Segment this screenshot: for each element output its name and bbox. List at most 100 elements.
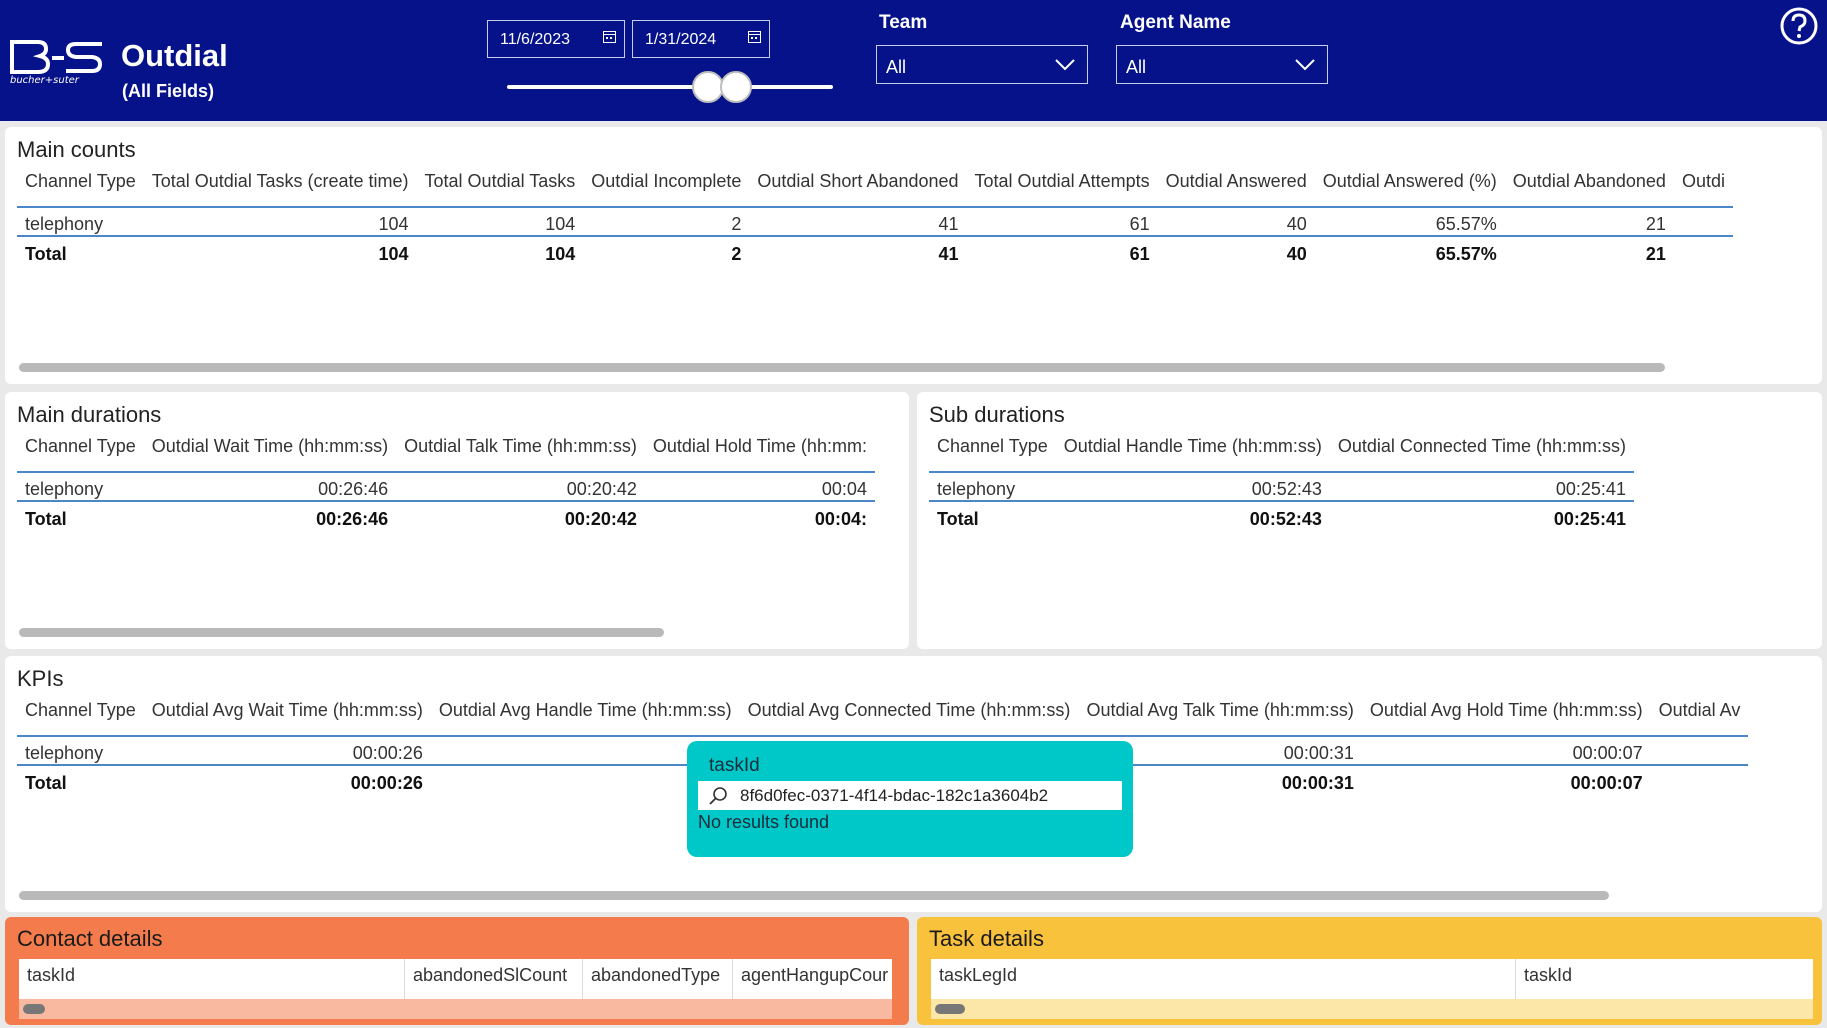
no-results-message: No results found bbox=[698, 812, 830, 832]
team-dropdown[interactable]: All bbox=[876, 45, 1088, 84]
column-header[interactable]: Outdial Incomplete bbox=[583, 157, 750, 208]
column-header[interactable]: agentHangupCour bbox=[733, 959, 892, 999]
task-details-table: taskLegId taskId bbox=[931, 959, 1813, 999]
agent-filter-label: Agent Name bbox=[1120, 12, 1231, 33]
table-cell: 2 bbox=[731, 244, 742, 264]
column-header[interactable]: Channel Type bbox=[17, 157, 144, 208]
team-dropdown-value: All bbox=[886, 57, 907, 77]
horizontal-scrollbar[interactable] bbox=[19, 891, 1609, 900]
contact-details-title: Contact details bbox=[17, 926, 163, 951]
end-date-input[interactable]: 1/31/2024 bbox=[632, 20, 770, 58]
date-range-slider-track[interactable] bbox=[507, 85, 833, 89]
search-input-value: 8f6d0fec-0371-4f14-bdac-182c1a3604b2 bbox=[740, 786, 1049, 805]
table-cell: telephony bbox=[17, 207, 144, 237]
table-cell: 2 bbox=[583, 207, 750, 237]
help-question-icon[interactable] bbox=[1779, 6, 1819, 46]
start-date-input[interactable]: 11/6/2023 bbox=[487, 20, 625, 58]
column-header[interactable]: abandonedSlCount bbox=[405, 959, 583, 999]
table-cell bbox=[1673, 207, 1733, 237]
main-counts-panel: Main counts Channel Type Total Outdial T… bbox=[5, 127, 1822, 384]
table-cell: 00:25:41 bbox=[1553, 509, 1626, 529]
contact-details-scroll-area bbox=[19, 999, 892, 1019]
column-header[interactable]: Outdial Answered bbox=[1157, 157, 1315, 208]
column-header[interactable]: Outdial Talk Time (hh:mm:ss) bbox=[396, 422, 645, 473]
column-header[interactable]: Total Outdial Tasks bbox=[416, 157, 584, 208]
column-header[interactable]: Outdial Hold Time (hh:mm: bbox=[644, 422, 875, 473]
column-header[interactable]: Outdial Avg Handle Time (hh:mm:ss) bbox=[430, 686, 740, 737]
column-header[interactable]: Channel Type bbox=[17, 422, 144, 473]
main-durations-panel: Main durations Channel Type Outdial Wait… bbox=[5, 392, 909, 649]
table-cell: 40 bbox=[1157, 207, 1315, 237]
column-header[interactable]: Outdial Short Abandoned bbox=[749, 157, 967, 208]
horizontal-scrollbar[interactable] bbox=[23, 1004, 45, 1014]
chevron-down-icon bbox=[1055, 59, 1075, 71]
table-cell bbox=[1674, 236, 1733, 265]
horizontal-scrollbar[interactable] bbox=[935, 1004, 965, 1014]
table-header-row: Channel Type Outdial Wait Time (hh:mm:ss… bbox=[17, 422, 875, 473]
table-header-row: Channel Type Outdial Handle Time (hh:mm:… bbox=[929, 422, 1634, 473]
table-cell: 00:04 bbox=[644, 472, 875, 502]
column-header[interactable]: taskLegId bbox=[931, 959, 1516, 999]
total-row: Total 00:52:43 00:25:41 bbox=[929, 501, 1634, 530]
table-row[interactable]: telephony 00:52:43 00:25:41 bbox=[929, 472, 1634, 502]
table-header-row: Channel Type Outdial Avg Wait Time (hh:m… bbox=[17, 686, 1749, 737]
calendar-icon[interactable] bbox=[603, 30, 616, 43]
table-row[interactable]: telephony 104 104 2 41 61 40 65.57% 21 bbox=[17, 207, 1733, 237]
agent-dropdown[interactable]: All bbox=[1116, 45, 1328, 84]
table-cell: 104 bbox=[416, 207, 584, 237]
column-header[interactable]: Total Outdial Attempts bbox=[966, 157, 1158, 208]
table-row[interactable]: telephony 00:26:46 00:20:42 00:04 bbox=[17, 472, 875, 502]
table-cell: Total bbox=[25, 773, 67, 793]
search-icon bbox=[709, 787, 727, 805]
column-header[interactable]: Channel Type bbox=[17, 686, 144, 737]
table-cell: 61 bbox=[966, 207, 1158, 237]
table-cell bbox=[1650, 736, 1749, 766]
column-header[interactable]: abandonedType bbox=[583, 959, 733, 999]
column-header[interactable]: Outdial Handle Time (hh:mm:ss) bbox=[1055, 422, 1330, 473]
bucher-suter-logo: bucher+suter bbox=[10, 40, 103, 86]
horizontal-scrollbar[interactable] bbox=[19, 363, 1665, 372]
page-title: Outdial bbox=[121, 38, 228, 73]
table-cell: 21 bbox=[1504, 207, 1674, 237]
table-cell: 104 bbox=[545, 244, 576, 264]
calendar-icon[interactable] bbox=[748, 30, 761, 43]
column-header[interactable]: taskId bbox=[19, 959, 405, 999]
table-cell: 41 bbox=[749, 207, 967, 237]
end-date-value: 1/31/2024 bbox=[645, 31, 717, 48]
report-header: bucher+suter Outdial (All Fields) 11/6/2… bbox=[0, 0, 1827, 121]
contact-details-panel: Contact details taskId abandonedSlCount … bbox=[5, 917, 909, 1025]
column-header[interactable]: Outdi bbox=[1673, 157, 1733, 208]
team-filter-label: Team bbox=[879, 12, 928, 33]
column-header[interactable]: Channel Type bbox=[929, 422, 1056, 473]
task-details-scroll-area bbox=[931, 999, 1813, 1019]
table-cell bbox=[1651, 765, 1749, 794]
logo-text: bucher+suter bbox=[10, 75, 80, 86]
page-subtitle: (All Fields) bbox=[122, 81, 215, 101]
agent-dropdown-value: All bbox=[1126, 57, 1147, 77]
column-header[interactable]: Outdial Avg Connected Time (hh:mm:ss) bbox=[739, 686, 1079, 737]
task-details-panel: Task details taskLegId taskId bbox=[917, 917, 1822, 1025]
table-cell: 00:20:42 bbox=[396, 472, 645, 502]
table-cell: 00:25:41 bbox=[1329, 472, 1634, 502]
column-header[interactable]: Outdial Avg Hold Time (hh:mm:ss) bbox=[1361, 686, 1651, 737]
column-header[interactable]: Total Outdial Tasks (create time) bbox=[143, 157, 417, 208]
column-header[interactable]: Outdial Wait Time (hh:mm:ss) bbox=[143, 422, 397, 473]
search-input[interactable]: 8f6d0fec-0371-4f14-bdac-182c1a3604b2 bbox=[698, 781, 1122, 810]
main-counts-table: Channel Type Total Outdial Tasks (create… bbox=[17, 157, 1733, 265]
column-header[interactable]: Outdial Avg Wait Time (hh:mm:ss) bbox=[143, 686, 431, 737]
total-row: Total 104 104 2 41 61 40 65.57% 21 bbox=[17, 236, 1733, 265]
column-header[interactable]: Outdial Avg Talk Time (hh:mm:ss) bbox=[1078, 686, 1362, 737]
horizontal-scrollbar[interactable] bbox=[19, 628, 664, 637]
column-header[interactable]: Outdial Connected Time (hh:mm:ss) bbox=[1329, 422, 1634, 473]
taskid-search-popup: taskId 8f6d0fec-0371-4f14-bdac-182c1a360… bbox=[687, 741, 1133, 857]
date-range-end-handle[interactable] bbox=[720, 71, 752, 103]
column-header[interactable]: Outdial Av bbox=[1650, 686, 1749, 737]
column-header[interactable]: taskId bbox=[1516, 959, 1813, 999]
table-cell: 61 bbox=[1129, 244, 1150, 264]
column-header[interactable]: Outdial Abandoned bbox=[1504, 157, 1674, 208]
start-date-value: 11/6/2023 bbox=[500, 31, 570, 48]
sub-durations-table: Channel Type Outdial Handle Time (hh:mm:… bbox=[929, 422, 1634, 530]
total-row: Total 00:26:46 00:20:42 00:04: bbox=[17, 501, 875, 530]
table-cell: 00:04: bbox=[814, 509, 867, 529]
column-header[interactable]: Outdial Answered (%) bbox=[1314, 157, 1505, 208]
